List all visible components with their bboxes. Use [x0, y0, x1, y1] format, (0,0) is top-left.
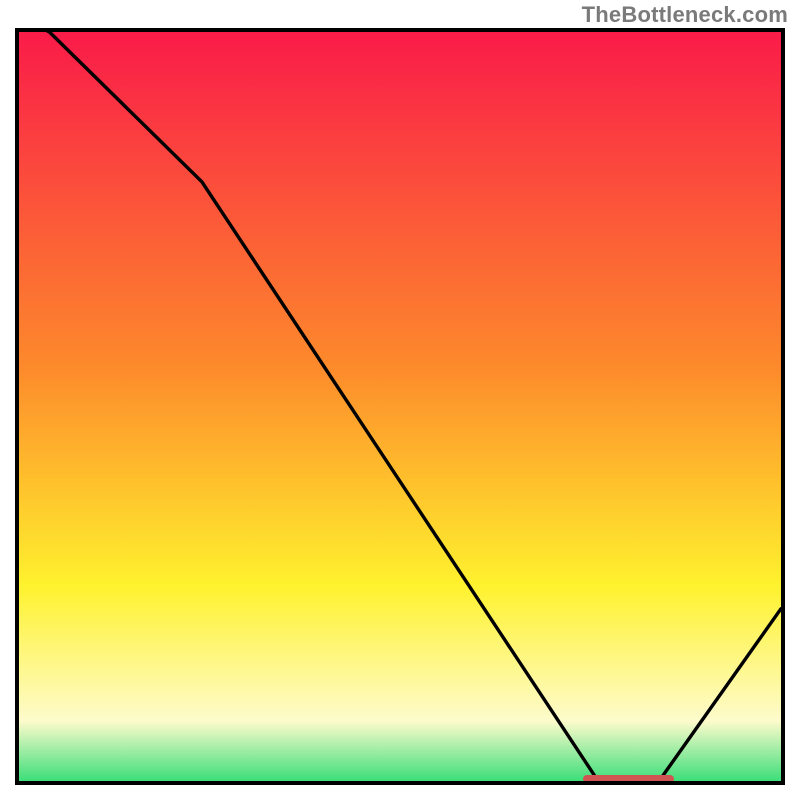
- chart-stage: TheBottleneck.com: [0, 0, 800, 800]
- plot-svg: [19, 32, 781, 781]
- gradient-background: [19, 32, 781, 781]
- plot-area: [19, 32, 781, 781]
- minimum-marker: [583, 775, 674, 781]
- plot-frame: [15, 28, 785, 785]
- attribution-label: TheBottleneck.com: [582, 2, 788, 28]
